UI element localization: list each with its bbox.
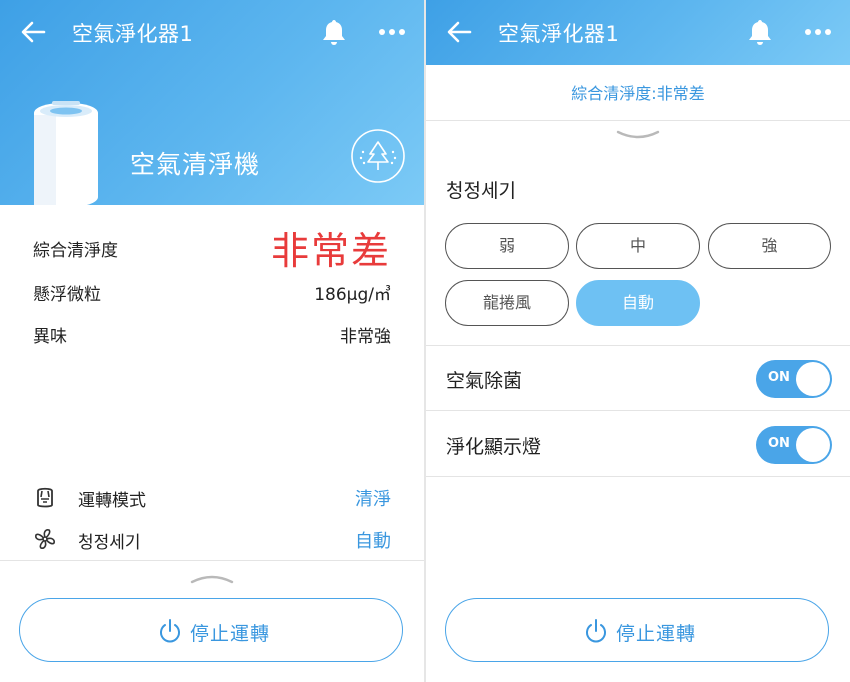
power-icon [586, 619, 606, 643]
more-icon[interactable] [804, 28, 832, 36]
status-value-odor: 非常強 [340, 327, 391, 347]
strength-option-strong[interactable]: 強 [708, 223, 831, 269]
page-title: 空氣淨化器1 [498, 22, 620, 46]
toggle-knob [796, 428, 830, 462]
status-label: 懸浮微粒 [33, 285, 101, 305]
device-name: 空氣清淨機 [130, 150, 261, 179]
toggle-state: ON [768, 436, 790, 451]
stop-button-label: 停止運轉 [190, 623, 271, 645]
tree-icon[interactable] [350, 128, 406, 184]
strength-option-tornado[interactable]: 龍捲風 [445, 280, 569, 326]
fan-icon [35, 529, 55, 549]
toggle-state: ON [768, 370, 790, 385]
status-value-overall: 非常差 [270, 229, 391, 273]
overall-summary: 綜合清淨度:非常差 [571, 84, 705, 103]
status-row-particles: 懸浮微粒 186µg/㎥ [33, 276, 391, 306]
setting-row-strength[interactable]: 청정세기 自動 [33, 524, 391, 554]
divider [0, 560, 424, 561]
indicator-light-toggle[interactable]: ON [756, 426, 832, 464]
setting-row-mode[interactable]: 運轉模式 清淨 [33, 482, 391, 512]
power-icon [160, 619, 180, 643]
setting-value-strength: 自動 [355, 531, 391, 552]
left-screen: 空氣淨化器1 空氣清淨機 綜合清淨度 非常差 懸浮微粒 186µg/㎥ 異味 非… [0, 0, 424, 682]
more-icon[interactable] [378, 28, 406, 36]
toggle-row-indicator-light: 淨化顯示燈 ON [426, 412, 850, 476]
bell-icon[interactable] [747, 18, 773, 46]
toggle-label: 淨化顯示燈 [446, 436, 542, 458]
app-bar: 空氣淨化器1 [426, 0, 850, 65]
sterilize-toggle[interactable]: ON [756, 360, 832, 398]
hero-banner: 空氣淨化器1 空氣清淨機 [0, 0, 424, 205]
right-screen: 空氣淨化器1 綜合清淨度:非常差 청정세기 弱 中 強 龍捲風 自動 空氣除菌 … [426, 0, 850, 682]
divider [426, 410, 850, 411]
stop-button-label: 停止運轉 [616, 623, 697, 645]
strength-title: 청정세기 [446, 180, 516, 202]
setting-value-mode: 清淨 [355, 489, 391, 510]
strength-option-auto[interactable]: 自動 [576, 280, 700, 326]
stop-button[interactable]: 停止運轉 [445, 598, 829, 662]
setting-label: 運轉模式 [78, 491, 146, 511]
status-value-particles: 186µg/㎥ [314, 285, 391, 305]
status-label: 綜合清淨度 [33, 241, 118, 261]
strength-option-medium[interactable]: 中 [576, 223, 700, 269]
chevron-down-icon[interactable] [616, 130, 660, 142]
status-row-odor: 異味 非常強 [33, 318, 391, 348]
toggle-knob [796, 362, 830, 396]
bell-icon[interactable] [321, 18, 347, 46]
divider [426, 476, 850, 477]
air-purifier-icon [37, 487, 53, 508]
page-title: 空氣淨化器1 [72, 22, 194, 46]
toggle-row-sterilize: 空氣除菌 ON [426, 346, 850, 410]
stop-button[interactable]: 停止運轉 [19, 598, 403, 662]
status-label: 異味 [33, 327, 67, 347]
air-purifier-device-image [34, 101, 98, 205]
status-row-overall: 綜合清淨度 非常差 [33, 229, 391, 273]
back-arrow-icon[interactable] [444, 17, 474, 47]
toggle-label: 空氣除菌 [446, 370, 523, 392]
chevron-up-icon[interactable] [190, 572, 234, 584]
app-bar: 空氣淨化器1 [0, 0, 424, 65]
strength-option-weak[interactable]: 弱 [445, 223, 569, 269]
divider [426, 120, 850, 121]
setting-label: 청정세기 [78, 533, 141, 553]
back-arrow-icon[interactable] [18, 17, 48, 47]
